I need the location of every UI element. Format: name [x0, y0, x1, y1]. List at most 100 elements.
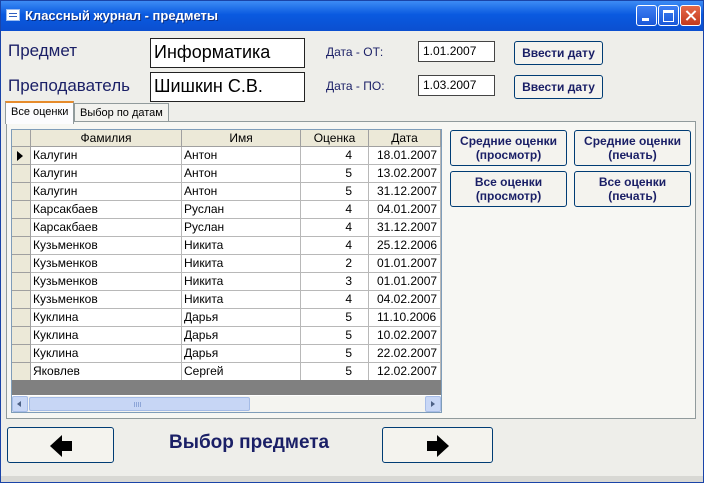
- record-selector[interactable]: [12, 255, 31, 273]
- table-row[interactable]: Карсакбаев Руслан 4 31.12.2007: [12, 219, 441, 237]
- cell-grade[interactable]: 5: [301, 309, 369, 327]
- scroll-right-icon[interactable]: [425, 396, 441, 412]
- table-row[interactable]: Кузьменков Никита 2 01.01.2007: [12, 255, 441, 273]
- cell-name[interactable]: Дарья: [182, 327, 301, 345]
- enter-date-to-button[interactable]: Ввести дату: [514, 75, 603, 99]
- cell-surname[interactable]: Яковлев: [31, 363, 182, 381]
- cell-surname[interactable]: Куклина: [31, 327, 182, 345]
- cell-name[interactable]: Дарья: [182, 309, 301, 327]
- record-selector[interactable]: [12, 291, 31, 309]
- cell-date[interactable]: 10.02.2007: [369, 327, 441, 345]
- cell-name[interactable]: Никита: [182, 237, 301, 255]
- cell-surname[interactable]: Кузьменков: [31, 237, 182, 255]
- cell-grade[interactable]: 4: [301, 219, 369, 237]
- teacher-field[interactable]: Шишкин С.В.: [150, 72, 305, 102]
- record-selector[interactable]: [12, 147, 31, 165]
- previous-button[interactable]: [7, 427, 114, 463]
- cell-date[interactable]: 31.12.2007: [369, 219, 441, 237]
- date-to-field[interactable]: 1.03.2007: [418, 75, 495, 96]
- column-header-name[interactable]: Имя: [182, 130, 301, 147]
- cell-date[interactable]: 13.02.2007: [369, 165, 441, 183]
- cell-date[interactable]: 01.01.2007: [369, 273, 441, 291]
- cell-grade[interactable]: 4: [301, 291, 369, 309]
- record-selector[interactable]: [12, 327, 31, 345]
- next-button[interactable]: [382, 427, 493, 463]
- cell-grade[interactable]: 4: [301, 237, 369, 255]
- record-selector[interactable]: [12, 309, 31, 327]
- column-header-surname[interactable]: Фамилия: [31, 130, 182, 147]
- table-row[interactable]: Кузьменков Никита 4 04.02.2007: [12, 291, 441, 309]
- record-selector[interactable]: [12, 183, 31, 201]
- cell-surname[interactable]: Карсакбаев: [31, 219, 182, 237]
- cell-name[interactable]: Дарья: [182, 345, 301, 363]
- record-selector[interactable]: [12, 201, 31, 219]
- table-row[interactable]: Карсакбаев Руслан 4 04.01.2007: [12, 201, 441, 219]
- record-selector[interactable]: [12, 219, 31, 237]
- cell-grade[interactable]: 5: [301, 327, 369, 345]
- select-all-cell[interactable]: [12, 130, 31, 147]
- record-selector[interactable]: [12, 165, 31, 183]
- cell-surname[interactable]: Куклина: [31, 345, 182, 363]
- cell-date[interactable]: 31.12.2007: [369, 183, 441, 201]
- record-selector[interactable]: [12, 363, 31, 381]
- table-row[interactable]: Яковлев Сергей 5 12.02.2007: [12, 363, 441, 381]
- close-button[interactable]: [680, 5, 701, 26]
- all-grades-print-button[interactable]: Все оценки (печать): [574, 171, 691, 207]
- cell-surname[interactable]: Калугин: [31, 165, 182, 183]
- cell-grade[interactable]: 5: [301, 183, 369, 201]
- cell-date[interactable]: 25.12.2006: [369, 237, 441, 255]
- cell-surname[interactable]: Калугин: [31, 147, 182, 165]
- table-row[interactable]: Кузьменков Никита 3 01.01.2007: [12, 273, 441, 291]
- table-row[interactable]: Калугин Антон 5 13.02.2007: [12, 165, 441, 183]
- cell-date[interactable]: 22.02.2007: [369, 345, 441, 363]
- avg-grades-view-button[interactable]: Средние оценки (просмотр): [450, 130, 567, 166]
- table-row[interactable]: Калугин Антон 5 31.12.2007: [12, 183, 441, 201]
- cell-surname[interactable]: Карсакбаев: [31, 201, 182, 219]
- cell-grade[interactable]: 4: [301, 201, 369, 219]
- cell-grade[interactable]: 5: [301, 165, 369, 183]
- cell-date[interactable]: 04.02.2007: [369, 291, 441, 309]
- column-header-date[interactable]: Дата: [369, 130, 441, 147]
- cell-date[interactable]: 04.01.2007: [369, 201, 441, 219]
- table-row[interactable]: Кузьменков Никита 4 25.12.2006: [12, 237, 441, 255]
- cell-date[interactable]: 01.01.2007: [369, 255, 441, 273]
- cell-name[interactable]: Никита: [182, 273, 301, 291]
- cell-name[interactable]: Антон: [182, 147, 301, 165]
- cell-surname[interactable]: Кузьменков: [31, 255, 182, 273]
- cell-grade[interactable]: 4: [301, 147, 369, 165]
- cell-date[interactable]: 18.01.2007: [369, 147, 441, 165]
- cell-surname[interactable]: Кузьменков: [31, 273, 182, 291]
- date-from-field[interactable]: 1.01.2007: [418, 41, 495, 62]
- cell-name[interactable]: Сергей: [182, 363, 301, 381]
- record-selector[interactable]: [12, 345, 31, 363]
- record-selector[interactable]: [12, 237, 31, 255]
- cell-name[interactable]: Руслан: [182, 219, 301, 237]
- tab-all-grades[interactable]: Все оценки: [5, 101, 75, 124]
- table-row[interactable]: Куклина Дарья 5 10.02.2007: [12, 327, 441, 345]
- record-selector[interactable]: [12, 273, 31, 291]
- table-row[interactable]: Калугин Антон 4 18.01.2007: [12, 147, 441, 165]
- cell-grade[interactable]: 2: [301, 255, 369, 273]
- grades-grid[interactable]: Фамилия Имя Оценка Дата Калугин Антон 4 18.…: [11, 129, 442, 413]
- cell-grade[interactable]: 3: [301, 273, 369, 291]
- cell-date[interactable]: 12.02.2007: [369, 363, 441, 381]
- maximize-button[interactable]: [658, 5, 679, 26]
- cell-surname[interactable]: Кузьменков: [31, 291, 182, 309]
- cell-grade[interactable]: 5: [301, 345, 369, 363]
- scroll-left-icon[interactable]: [12, 396, 28, 412]
- subject-field[interactable]: Информатика: [150, 38, 305, 68]
- cell-surname[interactable]: Калугин: [31, 183, 182, 201]
- title-bar[interactable]: Классный журнал - предметы: [1, 1, 703, 31]
- cell-name[interactable]: Никита: [182, 255, 301, 273]
- cell-date[interactable]: 11.10.2006: [369, 309, 441, 327]
- all-grades-view-button[interactable]: Все оценки (просмотр): [450, 171, 567, 207]
- cell-name[interactable]: Антон: [182, 165, 301, 183]
- table-row[interactable]: Куклина Дарья 5 22.02.2007: [12, 345, 441, 363]
- table-row[interactable]: Куклина Дарья 5 11.10.2006: [12, 309, 441, 327]
- scrollbar-thumb[interactable]: [29, 397, 250, 411]
- cell-name[interactable]: Руслан: [182, 201, 301, 219]
- avg-grades-print-button[interactable]: Средние оценки (печать): [574, 130, 691, 166]
- cell-name[interactable]: Антон: [182, 183, 301, 201]
- cell-grade[interactable]: 5: [301, 363, 369, 381]
- minimize-button[interactable]: [636, 5, 657, 26]
